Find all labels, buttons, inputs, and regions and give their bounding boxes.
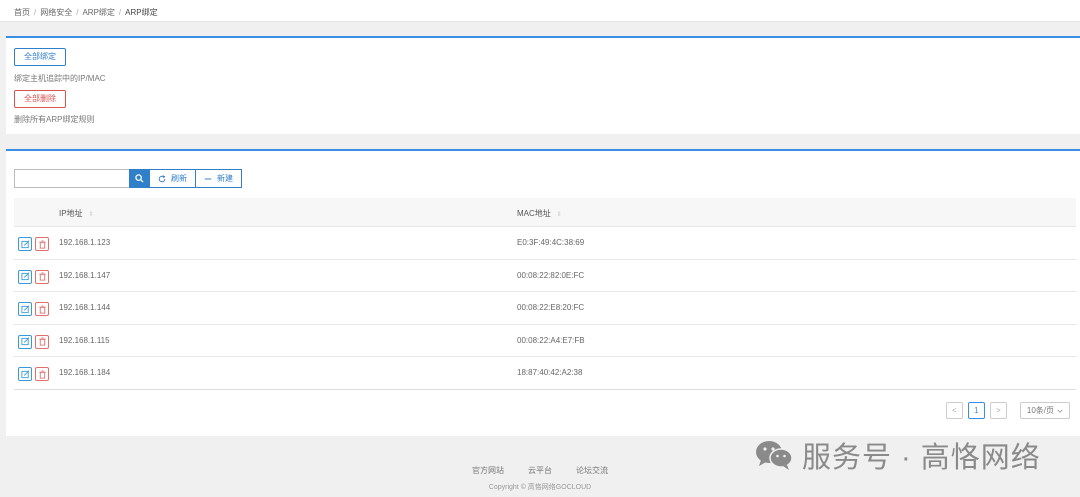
refresh-icon — [158, 174, 166, 182]
breadcrumb-home[interactable]: 首页 — [14, 8, 30, 17]
column-header-ip[interactable]: IP地址 ⇳ — [59, 208, 94, 219]
footer-link-cloud-platform[interactable]: 云平台 — [528, 465, 552, 476]
search-icon — [134, 174, 144, 183]
refresh-button[interactable]: 刷新 — [149, 169, 196, 188]
table-row: 192.168.1.123 E0:3F:49:4C:38:69 — [14, 227, 1076, 260]
breadcrumb-current: ARP绑定 — [125, 8, 158, 17]
new-button[interactable]: 新建 — [196, 169, 242, 188]
column-header-mac-label: MAC地址 — [517, 209, 551, 218]
breadcrumb-separator: / — [34, 8, 37, 17]
toolbar: 刷新 新建 — [14, 169, 242, 188]
arp-table: IP地址 ⇳ MAC地址 ⇳ 192.168.1.123 E0:3F:49:4C:3… — [14, 198, 1076, 390]
delete-button[interactable] — [35, 334, 49, 349]
ip-cell: 192.168.1.115 — [59, 335, 110, 345]
search-input[interactable] — [14, 169, 129, 188]
ip-cell: 192.168.1.123 — [59, 238, 111, 247]
mac-cell: 18:87:40:42:A2:38 — [517, 368, 583, 377]
edit-icon — [20, 239, 29, 248]
sort-icon[interactable]: ⇳ — [89, 212, 94, 218]
edit-icon — [20, 337, 29, 346]
table-row: 192.168.1.144 00:08:22:E8:20:FC — [14, 292, 1076, 325]
table-row: 192.168.1.184 18:87:40:42:A2:38 — [14, 357, 1076, 390]
edit-button[interactable] — [18, 302, 32, 316]
bind-panel: 全部绑定 绑定主机追踪中的IP/MAC 全部删除 删除所有ARP绑定规则 — [6, 36, 1080, 134]
footer-links: 官方网站 云平台 论坛交流 — [0, 465, 1080, 476]
row-actions — [18, 269, 49, 284]
row-actions — [18, 334, 49, 349]
page-button-current[interactable]: 1 — [967, 402, 985, 419]
delete-all-button[interactable]: 全部删除 — [14, 90, 66, 108]
edit-button[interactable] — [18, 237, 32, 251]
table-header: IP地址 ⇳ MAC地址 ⇳ — [14, 198, 1076, 227]
mac-cell: 00:08:22:82:0E:FC — [517, 270, 585, 280]
mac-cell: E0:3F:49:4C:38:69 — [517, 238, 585, 247]
trash-icon — [38, 304, 46, 314]
delete-all-hint: 删除所有ARP绑定规则 — [14, 115, 95, 124]
bind-all-hint: 绑定主机追踪中的IP/MAC — [14, 74, 106, 83]
prev-page-button[interactable]: < — [945, 402, 963, 419]
edit-icon — [20, 272, 29, 281]
mac-cell: 00:08:22:E8:20:FC — [517, 303, 585, 312]
refresh-label: 刷新 — [171, 174, 187, 183]
page-size-select[interactable]: 10条/页 — [1019, 402, 1070, 419]
table-row: 192.168.1.147 00:08:22:82:0E:FC — [14, 260, 1076, 292]
trash-icon — [38, 369, 46, 379]
footer-link-forum[interactable]: 论坛交流 — [576, 465, 608, 476]
column-header-ip-label: IP地址 — [59, 209, 83, 218]
arp-list-panel: 刷新 新建 IP地址 ⇳ MAC地址 ⇳ 192.168.1.123 E0:3F:4… — [6, 149, 1080, 436]
breadcrumb: 首页 / 网络安全 / ARP绑定 / ARP绑定 — [0, 0, 1080, 22]
sort-icon[interactable]: ⇳ — [557, 212, 562, 218]
breadcrumb-separator: / — [118, 8, 122, 17]
page-size-value: 10条/页 — [1026, 406, 1054, 415]
edit-icon — [20, 304, 29, 313]
ip-cell: 192.168.1.147 — [59, 270, 111, 280]
search-button[interactable] — [129, 169, 149, 188]
ip-cell: 192.168.1.144 — [59, 303, 111, 312]
column-header-mac[interactable]: MAC地址 ⇳ — [517, 208, 562, 219]
edit-button[interactable] — [18, 334, 32, 349]
pagination: < 1 > 10条/页 — [945, 402, 1070, 419]
minus-icon — [204, 178, 212, 179]
chevron-down-icon — [1057, 409, 1063, 413]
row-actions — [18, 237, 49, 251]
copyright: Copyright © 高恪网络GOCLOUD — [488, 484, 592, 491]
edit-button[interactable] — [18, 269, 32, 284]
edit-icon — [20, 369, 29, 378]
delete-button[interactable] — [35, 367, 49, 381]
delete-button[interactable] — [35, 269, 49, 284]
trash-icon — [38, 337, 46, 346]
mac-cell: 00:08:22:A4:E7:FB — [517, 335, 585, 345]
row-actions — [18, 367, 49, 381]
bind-all-button[interactable]: 全部绑定 — [14, 48, 66, 66]
breadcrumb-network-security[interactable]: 网络安全 — [40, 8, 72, 17]
delete-button[interactable] — [35, 302, 49, 316]
footer-link-official-site[interactable]: 官方网站 — [472, 465, 504, 476]
new-label: 新建 — [217, 174, 233, 183]
ip-cell: 192.168.1.184 — [59, 368, 111, 377]
edit-button[interactable] — [18, 367, 32, 381]
table-row: 192.168.1.115 00:08:22:A4:E7:FB — [14, 325, 1076, 357]
row-actions — [18, 302, 49, 316]
trash-icon — [38, 272, 46, 281]
next-page-button[interactable]: > — [989, 402, 1007, 419]
breadcrumb-arp-binding[interactable]: ARP绑定 — [82, 8, 114, 17]
delete-button[interactable] — [35, 237, 49, 251]
breadcrumb-separator: / — [76, 8, 79, 17]
trash-icon — [38, 239, 46, 249]
